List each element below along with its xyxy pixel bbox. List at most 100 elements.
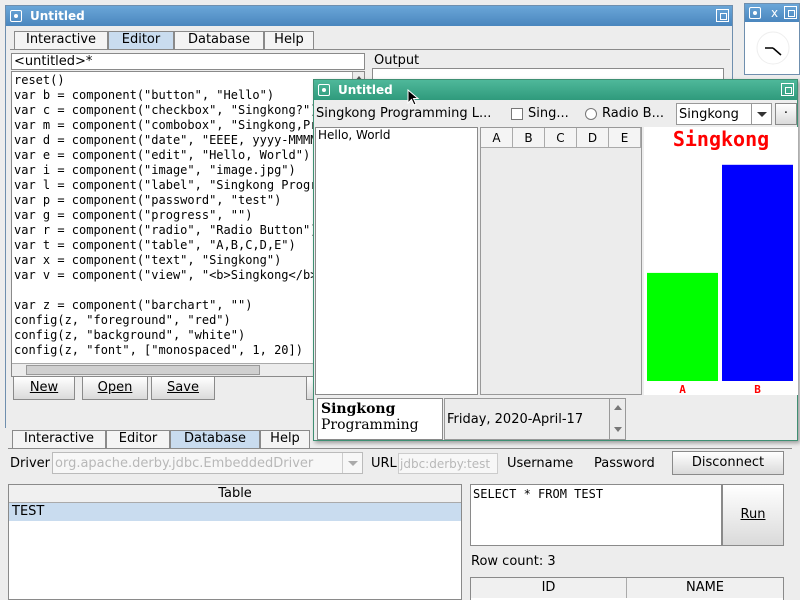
url-label: URL — [371, 456, 397, 471]
component-date[interactable]: Friday, 2020-April-17 — [444, 398, 626, 440]
component-edit[interactable]: Hello, World — [315, 127, 478, 395]
chart-category-label: A — [679, 383, 686, 395]
file-name-field: <untitled>* — [11, 53, 365, 70]
chart-category-label: B — [754, 383, 761, 395]
chart-title: Singkong — [673, 127, 769, 151]
driver-value: org.apache.derby.jdbc.EmbeddedDriver — [55, 456, 314, 471]
clock-face — [756, 31, 790, 65]
code-editor[interactable]: reset() var b = component("button", "Hell… — [11, 71, 365, 377]
db-tab-help[interactable]: Help — [260, 430, 310, 448]
driver-combobox[interactable]: org.apache.derby.jdbc.EmbeddedDriver — [52, 452, 363, 474]
code-line: var x = component("text", "Singkong") — [14, 253, 282, 267]
popup-maximize-icon[interactable] — [781, 83, 794, 96]
tab-border — [10, 49, 730, 50]
mouse-cursor-icon — [407, 89, 420, 106]
tab-interactive[interactable]: Interactive — [14, 31, 108, 49]
disconnect-button[interactable]: Disconnect — [672, 451, 784, 475]
spinner-down-icon[interactable] — [614, 427, 622, 432]
tab-database[interactable]: Database — [174, 31, 264, 49]
spinner-up-icon[interactable] — [614, 405, 622, 410]
date-spinner[interactable] — [609, 399, 625, 439]
code-line: var l = component("label", "Singkong Pro… — [14, 178, 325, 192]
code-line: var v = component("view", "<b>Singkong</… — [14, 268, 325, 282]
code-line: var m = component("combobox", "Singkong,… — [14, 118, 325, 132]
main-title-bar[interactable]: Untitled — [6, 6, 732, 26]
popup-title-bar[interactable]: Untitled — [314, 80, 797, 100]
open-button-label: Open — [97, 380, 133, 395]
code-line: var z = component("barchart", "") — [14, 298, 253, 312]
combobox-value: Singkong — [679, 107, 739, 122]
db-tab-border — [8, 448, 792, 449]
db-tab-editor[interactable]: Editor — [106, 430, 170, 448]
row-count: Row count: 3 — [471, 554, 556, 569]
component-table[interactable]: ABCDE — [480, 127, 642, 395]
table-row[interactable]: TEST — [9, 503, 461, 521]
component-combobox[interactable]: Singkong — [676, 103, 772, 125]
table-column-header[interactable]: E — [609, 128, 641, 148]
db-tab-database[interactable]: Database — [170, 430, 260, 448]
code-line: var c = component("checkbox", "Singkong?… — [14, 103, 318, 117]
save-button-label: Save — [167, 380, 199, 395]
username-label: Username — [507, 456, 574, 471]
run-label: Run — [740, 507, 766, 522]
clock-maximize-icon[interactable] — [784, 6, 797, 19]
view-normal-text: Programming — [321, 417, 419, 433]
popup-toolbar-row: Singkong Programming L... Sing... Radio … — [314, 102, 797, 126]
component-checkbox[interactable] — [511, 108, 523, 120]
url-field[interactable]: jdbc:derby:test — [398, 453, 498, 474]
file-name: <untitled>* — [14, 54, 93, 69]
window-menu-icon[interactable] — [10, 10, 22, 22]
result-table[interactable]: ID NAME — [470, 577, 784, 600]
query-editor[interactable]: SELECT * FROM TEST — [470, 484, 722, 546]
code-line: var r = component("radio", "Radio Button… — [14, 223, 318, 237]
disconnect-label: Disconnect — [691, 455, 765, 470]
table-column-header[interactable]: D — [577, 128, 609, 148]
new-button[interactable]: New — [13, 376, 75, 400]
date-value: Friday, 2020-April-17 — [447, 412, 584, 427]
code-line: var e = component("edit", "Hello, World"… — [14, 148, 311, 162]
code-line: var t = component("table", "A,B,C,D,E") — [14, 238, 296, 252]
url-value: jdbc:derby:test — [400, 457, 491, 471]
code-line: var g = component("progress", "") — [14, 208, 253, 222]
table-column-header[interactable]: C — [545, 128, 577, 148]
tab-editor[interactable]: Editor — [108, 31, 174, 49]
combobox-dropdown-button[interactable] — [751, 104, 771, 124]
popup-window-title: Untitled — [338, 83, 393, 97]
db-tab-interactive[interactable]: Interactive — [12, 430, 106, 448]
driver-label: Driver — [10, 456, 51, 471]
code-line: var d = component("date", "EEEE, yyyy-MM… — [14, 133, 325, 147]
result-header-id[interactable]: ID — [471, 578, 627, 598]
combobox-chevron-icon — [757, 112, 767, 117]
table-column-header[interactable]: A — [481, 128, 513, 148]
open-button[interactable]: Open — [82, 376, 148, 400]
tab-help[interactable]: Help — [264, 31, 314, 49]
driver-dropdown-button[interactable] — [342, 453, 362, 473]
save-button[interactable]: Save — [151, 376, 215, 400]
table-column-header[interactable]: B — [513, 128, 545, 148]
component-radio[interactable] — [585, 108, 597, 120]
result-header-name[interactable]: NAME — [627, 578, 783, 598]
run-button[interactable]: Run — [722, 484, 784, 546]
clock-window-menu-icon[interactable] — [749, 7, 761, 19]
code-line: config(z, "font", ["monospaced", 1, 20]) — [14, 343, 303, 357]
main-window-title: Untitled — [30, 9, 85, 23]
component-button[interactable]: . — [775, 103, 797, 125]
radio-label[interactable]: Radio B... — [602, 106, 664, 121]
code-line: var p = component("password", "test") — [14, 193, 282, 207]
maximize-icon[interactable] — [716, 9, 729, 22]
chart-bar — [722, 164, 793, 381]
tables-header: Table — [9, 485, 461, 503]
clock-close-icon[interactable]: x — [771, 3, 778, 23]
horizontal-scroll-thumb[interactable] — [26, 365, 260, 375]
tables-list[interactable]: Table TEST — [8, 484, 462, 600]
popup-window-menu-icon[interactable] — [318, 84, 330, 96]
chevron-down-icon — [348, 461, 358, 466]
view-bold-text: Singkong — [321, 401, 396, 417]
clock-window: x — [744, 3, 800, 75]
database-panel: Interactive Editor Database Help Driver … — [0, 428, 800, 600]
output-label: Output — [374, 53, 420, 68]
checkbox-label[interactable]: Sing... — [528, 106, 569, 121]
clock-title-bar[interactable]: x — [745, 4, 799, 22]
component-label: Singkong Programming L... — [316, 106, 492, 121]
